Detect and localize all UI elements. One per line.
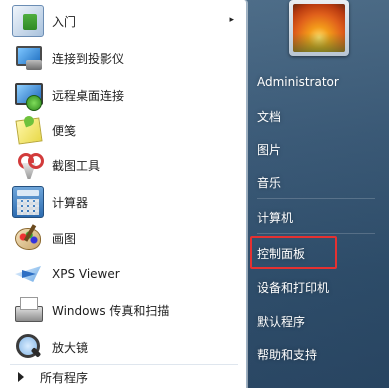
remote-desktop-icon	[12, 79, 44, 111]
start-menu-program-list: 入门 ▸ 连接到投影仪 远程桌面连接 便笺 截图工具 计算器 画图 XPS Vi…	[0, 0, 247, 388]
program-snipping-tool[interactable]: 截图工具	[4, 148, 244, 182]
program-label: 便笺	[52, 123, 77, 138]
sticky-notes-icon	[12, 114, 44, 146]
user-avatar[interactable]	[289, 0, 349, 56]
program-getting-started[interactable]: 入门 ▸	[4, 4, 244, 38]
right-item-music[interactable]: 音乐	[257, 170, 281, 194]
calculator-icon	[12, 186, 44, 218]
program-calculator[interactable]: 计算器	[4, 185, 244, 219]
right-item-computer[interactable]: 计算机	[257, 205, 293, 229]
program-fax-scan[interactable]: Windows 传真和扫描	[4, 293, 244, 327]
magnifier-icon	[12, 331, 44, 363]
divider	[10, 364, 238, 365]
right-item-default-programs[interactable]: 默认程序	[257, 309, 305, 333]
program-label: XPS Viewer	[52, 267, 120, 281]
getting-started-icon	[12, 5, 44, 37]
snipping-tool-icon	[12, 149, 44, 181]
program-connect-projector[interactable]: 连接到投影仪	[4, 41, 244, 75]
flower-picture-icon	[293, 4, 345, 52]
program-label: 入门	[52, 14, 77, 29]
right-item-pictures[interactable]: 图片	[257, 137, 281, 161]
program-magnifier[interactable]: 放大镜	[4, 330, 244, 364]
divider	[257, 233, 375, 234]
program-label: 连接到投影仪	[52, 51, 125, 66]
paint-icon	[12, 222, 44, 254]
program-label: 截图工具	[52, 158, 101, 173]
divider	[257, 198, 375, 199]
right-item-devices-printers[interactable]: 设备和打印机	[257, 275, 329, 299]
expand-arrow-icon	[18, 372, 24, 382]
all-programs-label: 所有程序	[40, 370, 89, 385]
program-label: 计算器	[52, 195, 89, 210]
user-name-link[interactable]: Administrator	[257, 70, 339, 94]
program-paint[interactable]: 画图	[4, 221, 244, 255]
program-sticky-notes[interactable]: 便笺	[4, 113, 244, 147]
right-item-help-support[interactable]: 帮助和支持	[257, 342, 317, 366]
program-label: 画图	[52, 231, 77, 246]
program-remote-desktop[interactable]: 远程桌面连接	[4, 78, 244, 112]
xps-viewer-icon	[12, 258, 44, 290]
right-item-documents[interactable]: 文档	[257, 104, 281, 128]
program-label: Windows 传真和扫描	[52, 303, 170, 318]
program-xps-viewer[interactable]: XPS Viewer	[4, 257, 244, 291]
fax-scan-icon	[12, 294, 44, 326]
all-programs-button[interactable]: 所有程序	[0, 366, 247, 388]
highlight-annotation	[250, 236, 337, 269]
program-label: 放大镜	[52, 340, 89, 355]
submenu-arrow-icon: ▸	[229, 15, 234, 25]
projector-icon	[12, 42, 44, 74]
program-label: 远程桌面连接	[52, 88, 125, 103]
